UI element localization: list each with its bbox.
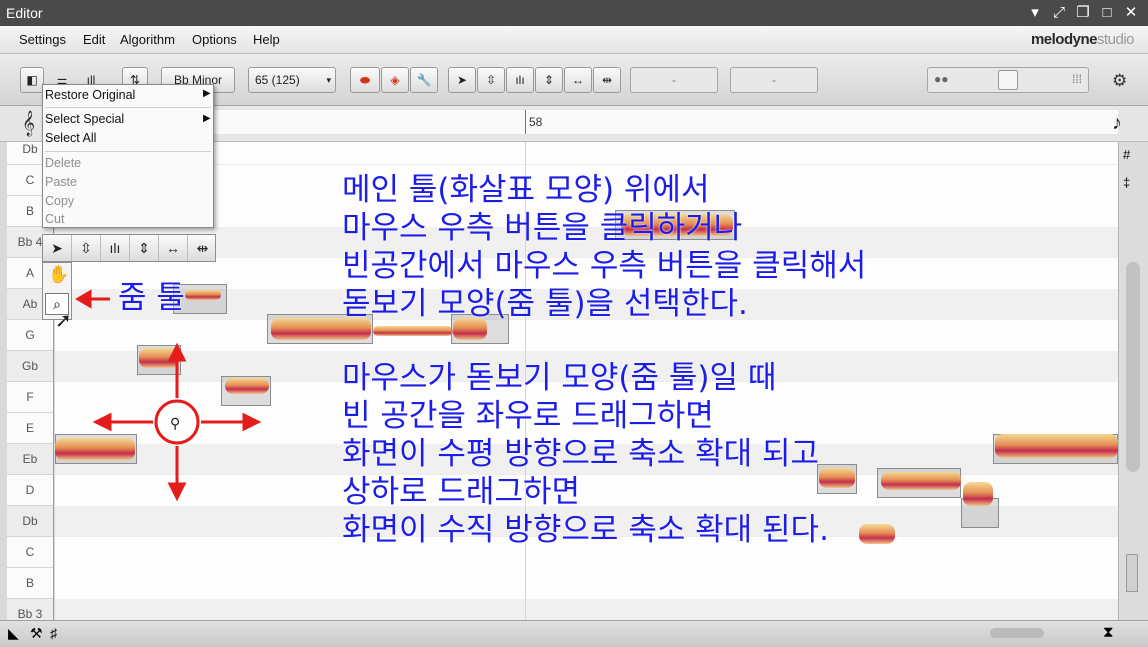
instruction-line-2: 마우스 우측 버튼을 클릭하거나 [342,210,743,246]
zoom-label-arrowhead [75,289,92,309]
zoom-tool-label: 줌 툴 [118,280,185,316]
arrowhead-left [92,412,112,432]
arrowhead-up [167,342,187,362]
zoom-cursor-icon: ⚲ [170,416,180,432]
annotation-arrows: ⚲ [75,289,262,502]
instruction-line-9: 화면이 수직 방향으로 축소 확대 된다. [342,512,829,548]
instruction-line-4: 돋보기 모양(줌 툴)을 선택한다. [342,286,748,322]
instruction-line-8: 상하로 드래그하면 [342,474,581,510]
arrowhead-right [242,412,262,432]
instruction-line-1: 메인 툴(화살표 모양) 위에서 [342,172,710,208]
instruction-line-3: 빈공간에서 마우스 우측 버튼을 클릭해서 [342,248,867,284]
instruction-line-5: 마우스가 돋보기 모양(줌 툴)일 때 [342,360,777,396]
instruction-line-7: 화면이 수평 방향으로 축소 확대 되고 [342,436,820,472]
arrowhead-down [167,482,187,502]
instruction-line-6: 빈 공간을 좌우로 드래그하면 [342,398,714,434]
